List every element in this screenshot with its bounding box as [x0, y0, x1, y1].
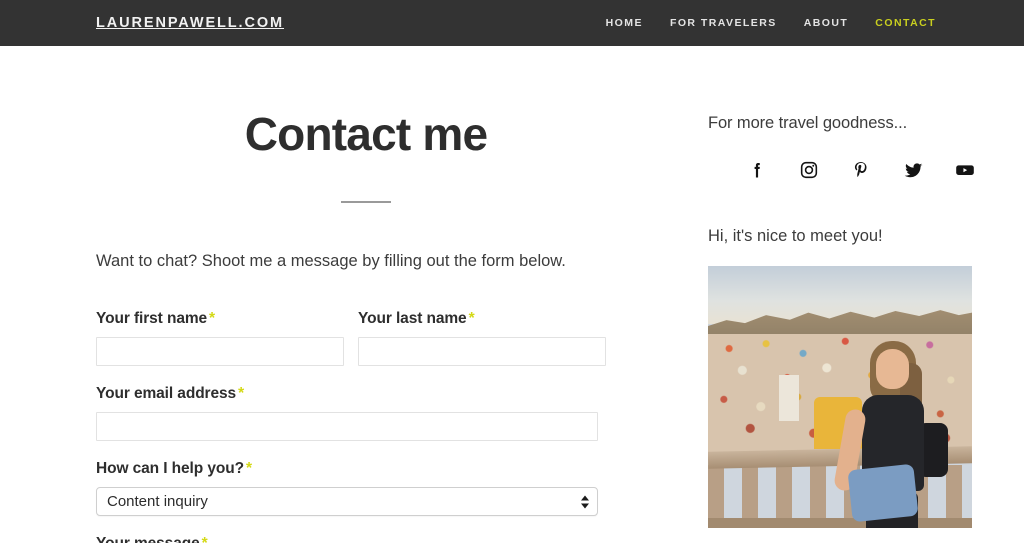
pinterest-icon[interactable] — [850, 159, 872, 181]
last-name-input[interactable] — [358, 337, 606, 367]
email-input[interactable] — [96, 412, 598, 442]
social-heading: For more travel goodness... — [708, 114, 908, 132]
instagram-icon[interactable] — [798, 159, 820, 181]
nav-item-contact[interactable]: CONTACT — [875, 17, 936, 29]
photo-person-denim — [847, 464, 919, 523]
message-label-text: Your message — [96, 535, 200, 543]
photo-cathedral-tower — [779, 375, 800, 422]
nav-item-about[interactable]: ABOUT — [804, 17, 849, 29]
required-asterisk: * — [209, 310, 215, 328]
page-title: Contact me — [244, 108, 488, 160]
help-select[interactable]: Content inquiry — [96, 487, 598, 517]
name-field-row: Your first name * Your last name * — [96, 310, 636, 385]
help-field: How can I help you? * Content inquiry — [96, 460, 598, 517]
first-name-input[interactable] — [96, 337, 344, 367]
message-field: Your message* — [96, 535, 636, 543]
first-name-label: Your first name * — [96, 310, 344, 328]
required-asterisk: * — [245, 460, 252, 478]
primary-navigation: HOME FOR TRAVELERS ABOUT CONTACT — [606, 17, 936, 29]
twitter-icon[interactable] — [902, 159, 924, 181]
facebook-icon[interactable] — [746, 159, 768, 181]
youtube-icon[interactable] — [954, 159, 976, 181]
help-select-wrapper[interactable]: Content inquiry — [96, 487, 598, 517]
required-asterisk: * — [238, 385, 244, 403]
site-header: LAURENPAWELL.COM HOME FOR TRAVELERS ABOU… — [0, 0, 1024, 46]
last-name-label-text: Your last name — [358, 310, 467, 328]
help-label: How can I help you? * — [96, 460, 598, 478]
required-asterisk: * — [200, 535, 208, 543]
page-body: Contact me Want to chat? Shoot me a mess… — [0, 46, 1024, 543]
author-photo — [708, 266, 972, 528]
first-name-field: Your first name * — [96, 310, 344, 367]
email-label: Your email address * — [96, 385, 598, 403]
photo-person-face — [875, 349, 909, 390]
email-label-text: Your email address — [96, 385, 237, 403]
sidebar: For more travel goodness... Hi, it's nic… — [636, 46, 976, 543]
site-logo[interactable]: LAURENPAWELL.COM — [96, 15, 284, 31]
help-label-text: How can I help you? — [96, 460, 244, 478]
email-field: Your email address * — [96, 385, 598, 442]
last-name-label: Your last name * — [358, 310, 606, 328]
title-divider — [341, 200, 391, 203]
contact-form: Your first name * Your last name * Your em… — [96, 310, 636, 543]
nav-item-for-travelers[interactable]: FOR TRAVELERS — [670, 17, 777, 29]
intro-text: Want to chat? Shoot me a message by fill… — [96, 251, 566, 270]
nav-item-home[interactable]: HOME — [606, 17, 643, 29]
first-name-label-text: Your first name — [96, 310, 208, 328]
photo-person — [832, 339, 948, 528]
message-label: Your message* — [96, 535, 636, 543]
last-name-field: Your last name * — [358, 310, 606, 367]
required-asterisk: * — [468, 310, 475, 328]
social-links — [708, 159, 976, 181]
main-content: Contact me Want to chat? Shoot me a mess… — [96, 46, 636, 543]
help-select-value: Content inquiry — [107, 493, 208, 511]
photo-heading: Hi, it's nice to meet you! — [708, 227, 883, 245]
